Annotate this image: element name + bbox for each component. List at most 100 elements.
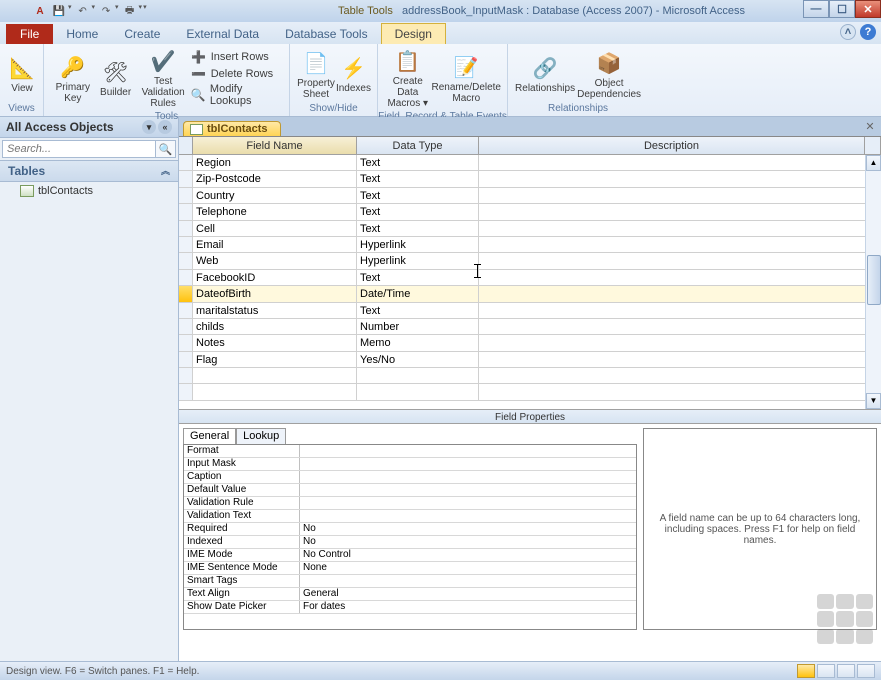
close-button[interactable]: ✕ [855, 0, 881, 18]
indexes-button[interactable]: ⚡Indexes [336, 53, 371, 94]
view-pivotchart-button[interactable] [857, 664, 875, 678]
design-tab[interactable]: Design [381, 23, 446, 44]
cell-field-name[interactable]: Notes [193, 335, 357, 350]
cell-field-name[interactable]: Cell [193, 221, 357, 236]
minimize-button[interactable]: — [803, 0, 829, 18]
scroll-down-icon[interactable]: ▼ [866, 393, 881, 409]
cell-description[interactable] [479, 221, 881, 236]
property-value[interactable]: No [300, 523, 636, 535]
row-selector-header[interactable] [179, 137, 193, 154]
cell-field-name[interactable]: FacebookID [193, 270, 357, 285]
property-row[interactable]: RequiredNo [184, 523, 636, 536]
file-tab[interactable]: File [6, 24, 53, 44]
table-row[interactable]: TelephoneText [179, 204, 881, 220]
property-value[interactable] [300, 575, 636, 587]
cell-data-type[interactable]: Text [357, 171, 479, 186]
builder-button[interactable]: 🛠Builder [96, 57, 136, 98]
grid-body[interactable]: RegionTextZip-PostcodeTextCountryTextTel… [179, 155, 881, 409]
row-selector[interactable] [179, 270, 193, 285]
fp-tab-general[interactable]: General [183, 428, 236, 444]
cell-data-type[interactable]: Memo [357, 335, 479, 350]
property-row[interactable]: Smart Tags [184, 575, 636, 588]
cell-description[interactable] [479, 303, 881, 318]
property-value[interactable] [300, 445, 636, 457]
search-icon[interactable]: 🔍 [156, 140, 176, 158]
cell-description[interactable] [479, 286, 881, 301]
cell-field-name[interactable]: Telephone [193, 204, 357, 219]
nav-item-tblcontacts[interactable]: tblContacts [0, 182, 178, 200]
table-row[interactable] [179, 368, 881, 384]
cell-data-type[interactable]: Hyperlink [357, 237, 479, 252]
cell-description[interactable] [479, 335, 881, 350]
property-row[interactable]: Validation Text [184, 510, 636, 523]
grid-scrollbar[interactable]: ▲ ▼ [865, 155, 881, 409]
property-value[interactable] [300, 484, 636, 496]
cell-description[interactable] [479, 155, 881, 170]
cell-field-name[interactable]: Country [193, 188, 357, 203]
maximize-button[interactable]: ☐ [829, 0, 855, 18]
table-row[interactable]: childsNumber [179, 319, 881, 335]
cell-data-type[interactable]: Number [357, 319, 479, 334]
cell-data-type[interactable]: Yes/No [357, 352, 479, 367]
cell-description[interactable] [479, 237, 881, 252]
row-selector[interactable] [179, 352, 193, 367]
table-row[interactable]: FacebookIDText [179, 270, 881, 286]
row-selector[interactable] [179, 368, 193, 383]
collapse-group-icon[interactable]: ︽ [161, 164, 170, 178]
property-row[interactable]: IndexedNo [184, 536, 636, 549]
view-pivot-button[interactable] [837, 664, 855, 678]
property-row[interactable]: Default Value [184, 484, 636, 497]
row-selector[interactable] [179, 155, 193, 170]
table-row[interactable]: FlagYes/No [179, 352, 881, 368]
modify-lookups-button[interactable]: 🔍Modify Lookups [191, 83, 283, 107]
cell-description[interactable] [479, 204, 881, 219]
create-data-macros-button[interactable]: 📋Create Data Macros ▾ [384, 46, 432, 109]
table-row[interactable] [179, 384, 881, 400]
view-button[interactable]: 📐View [6, 53, 38, 94]
col-header-data-type[interactable]: Data Type [357, 137, 479, 154]
table-row[interactable]: CellText [179, 221, 881, 237]
test-validation-button[interactable]: ✔️Test Validation Rules [136, 46, 191, 109]
fp-tab-lookup[interactable]: Lookup [236, 428, 286, 444]
nav-search-input[interactable] [2, 140, 156, 158]
cell-description[interactable] [479, 171, 881, 186]
cell-data-type[interactable]: Text [357, 221, 479, 236]
cell-field-name[interactable]: DateofBirth [193, 286, 357, 301]
col-header-field-name[interactable]: Field Name [193, 137, 357, 154]
close-document-icon[interactable]: ✕ [863, 120, 877, 134]
table-row[interactable]: NotesMemo [179, 335, 881, 351]
access-app-icon[interactable]: A [32, 3, 48, 19]
row-selector[interactable] [179, 253, 193, 268]
cell-data-type[interactable]: Hyperlink [357, 253, 479, 268]
property-value[interactable]: General [300, 588, 636, 600]
delete-rows-button[interactable]: ➖Delete Rows [191, 66, 283, 82]
external-data-tab[interactable]: External Data [173, 24, 272, 44]
create-tab[interactable]: Create [111, 24, 173, 44]
nav-group-tables[interactable]: Tables︽ [0, 160, 178, 182]
cell-description[interactable] [479, 368, 881, 383]
property-value[interactable]: None [300, 562, 636, 574]
property-sheet-button[interactable]: 📄Property Sheet [296, 48, 336, 100]
row-selector[interactable] [179, 319, 193, 334]
property-value[interactable] [300, 497, 636, 509]
row-selector[interactable] [179, 204, 193, 219]
qat-customize-icon[interactable]: ▾ [143, 3, 147, 19]
property-value[interactable] [300, 510, 636, 522]
cell-description[interactable] [479, 188, 881, 203]
cell-field-name[interactable]: Zip-Postcode [193, 171, 357, 186]
cell-data-type[interactable]: Text [357, 270, 479, 285]
table-row[interactable]: WebHyperlink [179, 253, 881, 269]
cell-field-name[interactable]: Region [193, 155, 357, 170]
row-selector[interactable] [179, 286, 193, 301]
save-icon[interactable]: 💾 [51, 3, 67, 19]
property-value[interactable] [300, 458, 636, 470]
property-row[interactable]: Format [184, 445, 636, 458]
table-row[interactable]: EmailHyperlink [179, 237, 881, 253]
scroll-up-icon[interactable]: ▲ [866, 155, 881, 171]
property-value[interactable]: For dates [300, 601, 636, 613]
view-datasheet-button[interactable] [817, 664, 835, 678]
cell-field-name[interactable]: Flag [193, 352, 357, 367]
cell-data-type[interactable] [357, 368, 479, 383]
property-value[interactable]: No Control [300, 549, 636, 561]
row-selector[interactable] [179, 188, 193, 203]
